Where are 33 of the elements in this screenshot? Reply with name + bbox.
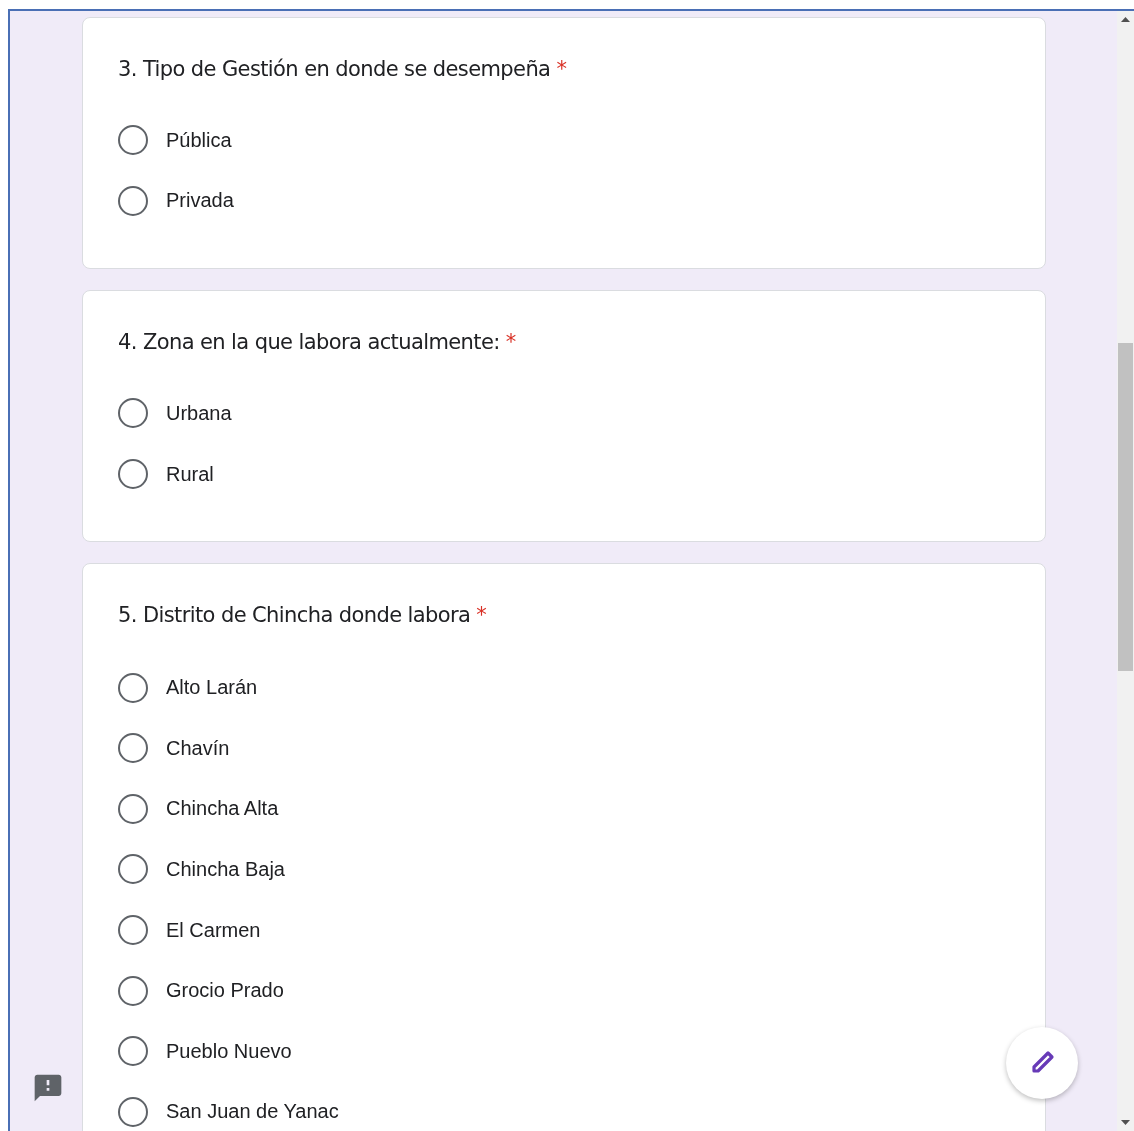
radio-button[interactable] — [118, 398, 148, 429]
option-label: Alto Larán — [166, 676, 258, 700]
required-mark: * — [556, 57, 567, 81]
option-label: Pública — [166, 128, 232, 152]
option-label: Privada — [166, 189, 234, 213]
scrollbar-thumb[interactable] — [1118, 343, 1133, 671]
radio-button[interactable] — [118, 125, 148, 156]
scrollbar[interactable] — [1117, 11, 1134, 1131]
option-label: San Juan de Yanac — [166, 1100, 339, 1124]
option-label: Urbana — [166, 402, 232, 425]
radio-button[interactable] — [118, 975, 148, 1006]
edit-button[interactable] — [1006, 1027, 1078, 1099]
option-label: Chavín — [166, 736, 230, 760]
required-mark: * — [476, 603, 487, 628]
radio-button[interactable] — [118, 854, 148, 885]
option-label: Grocio Prado — [166, 979, 284, 1003]
question-title: 4. Zona en la que labora actualmente: — [118, 330, 500, 355]
radio-button[interactable] — [118, 459, 148, 490]
radio-button[interactable] — [118, 185, 148, 216]
option-label: El Carmen — [166, 918, 261, 942]
option-label: Rural — [166, 462, 214, 486]
option-label: Pueblo Nuevo — [166, 1039, 292, 1063]
radio-button[interactable] — [118, 915, 148, 946]
radio-button[interactable] — [118, 793, 148, 824]
radio-button[interactable] — [118, 1036, 148, 1067]
option-label: Chincha Alta — [166, 797, 279, 821]
radio-button[interactable] — [118, 1096, 148, 1127]
option-label: Chincha Baja — [166, 857, 285, 881]
required-mark: * — [505, 330, 516, 355]
question-title: 5. Distrito de Chincha donde labora — [118, 603, 471, 628]
question-title: 3. Tipo de Gestión en donde se desempeña — [118, 57, 551, 81]
radio-button[interactable] — [118, 672, 148, 703]
radio-button[interactable] — [118, 733, 148, 764]
